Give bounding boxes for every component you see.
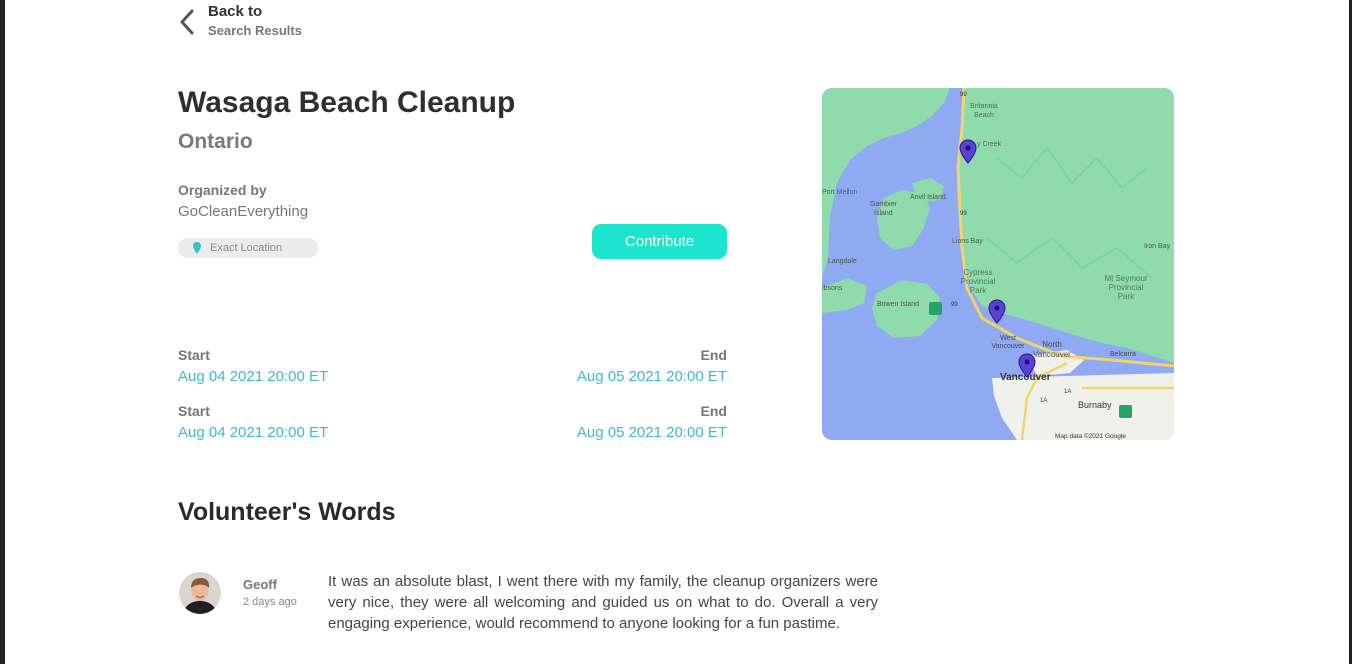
map-label: Bowen Island <box>877 301 919 308</box>
review-text: It was an absolute blast, I went there w… <box>328 573 878 632</box>
map-label: Port Mellon <box>822 189 858 196</box>
event-title: Wasaga Beach Cleanup <box>178 86 516 119</box>
map-label: 1A <box>1064 389 1071 395</box>
map-label: y Creek <box>977 141 1002 148</box>
map-label: 1A <box>1040 398 1047 404</box>
map-label: Park <box>970 286 987 295</box>
organized-by-label: Organized by <box>178 182 267 198</box>
exact-location-label: Exact Location <box>210 242 283 254</box>
map-label: Vancouver <box>1033 350 1071 359</box>
map-label: Gambier <box>870 201 898 208</box>
map-label: Vancouver <box>992 343 1026 350</box>
event-region: Ontario <box>178 130 253 153</box>
map-label: Beach <box>974 112 994 119</box>
review-timestamp: 2 days ago <box>243 596 297 608</box>
map-label: Park <box>1118 292 1135 301</box>
end-datetime: Aug 05 2021 20:00 ET <box>576 368 727 385</box>
map-label: 99 <box>951 302 958 308</box>
map-label: ibsons <box>822 285 843 292</box>
reviewer-name: Geoff <box>243 577 277 592</box>
map-attribution: Map data ©2021 Google <box>1055 432 1126 440</box>
end-label: End <box>700 403 727 419</box>
back-label: Back to <box>208 3 263 20</box>
end-datetime: Aug 05 2021 20:00 ET <box>576 424 727 441</box>
map-canvas: Britannia Beach y Creek Port Mellon Anvi… <box>822 88 1174 440</box>
map-label: Burnaby <box>1078 400 1112 410</box>
contribute-button[interactable]: Contribute <box>592 224 727 259</box>
start-datetime: Aug 04 2021 20:00 ET <box>178 368 329 385</box>
back-link-text: Back to Search Results <box>208 3 302 41</box>
organizer-name: GoCleanEverything <box>178 203 309 220</box>
map-label: Provincial <box>961 277 996 286</box>
map-label: Mt Seymour <box>1104 274 1147 283</box>
avatar-image <box>179 572 221 614</box>
map-label: Provincial <box>1109 283 1144 292</box>
window-left-edge <box>0 0 5 664</box>
map-label: Iron Bay <box>1144 243 1171 250</box>
park-icon <box>1119 405 1132 418</box>
map-label: North <box>1042 340 1062 349</box>
event-map[interactable]: Britannia Beach y Creek Port Mellon Anvi… <box>822 88 1174 440</box>
end-label: End <box>700 347 727 363</box>
park-icon <box>929 302 942 315</box>
map-label: Lions Bay <box>952 238 983 245</box>
map-label: Cypress <box>963 268 992 277</box>
exact-location-badge[interactable]: Exact Location <box>178 238 318 258</box>
start-label: Start <box>178 403 210 419</box>
map-label: Belcarra <box>1110 351 1136 358</box>
map-label: Island <box>874 210 893 217</box>
map-label: Langdale <box>828 258 857 265</box>
map-label: Anvil Island <box>910 194 946 201</box>
map-label: 99 <box>960 92 967 98</box>
start-datetime: Aug 04 2021 20:00 ET <box>178 424 329 441</box>
map-label: West <box>1000 335 1016 342</box>
map-label: Britannia <box>970 103 998 110</box>
avatar <box>179 572 221 614</box>
volunteers-words-heading: Volunteer's Words <box>178 498 396 526</box>
location-pin-icon <box>193 242 201 254</box>
back-sublabel: Search Results <box>208 23 302 38</box>
map-label: 99 <box>960 211 967 217</box>
back-to-search-link[interactable]: Back to Search Results <box>176 3 302 41</box>
chevron-left-icon <box>180 9 194 35</box>
start-label: Start <box>178 347 210 363</box>
